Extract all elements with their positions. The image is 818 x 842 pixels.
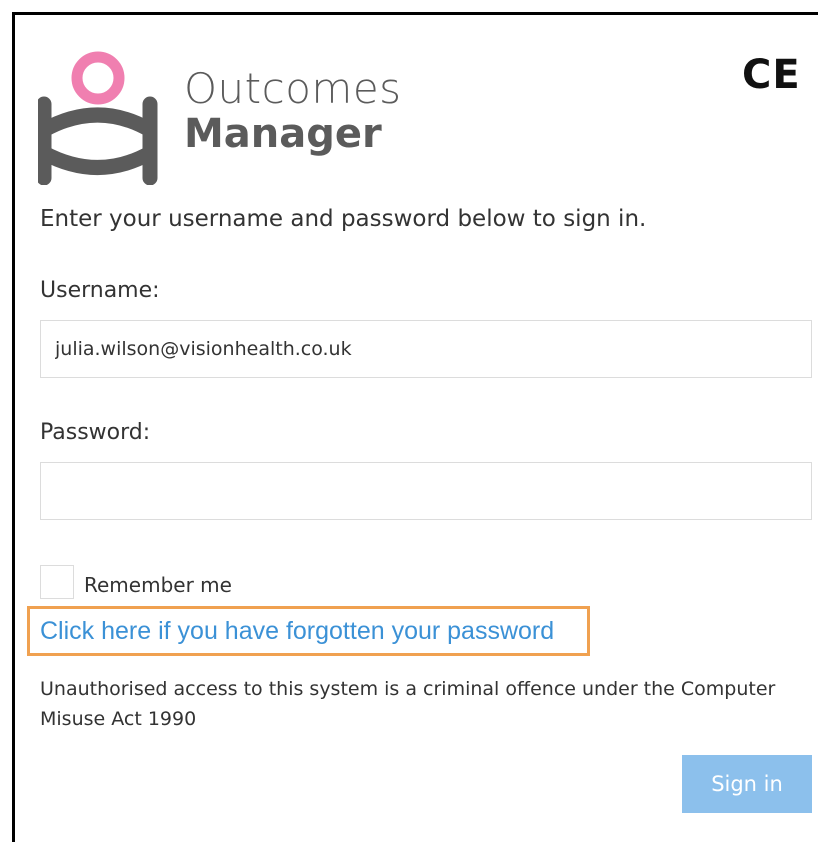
remember-me-checkbox[interactable] (40, 565, 74, 599)
sign-in-button[interactable]: Sign in (682, 755, 812, 813)
sign-in-instructions: Enter your username and password below t… (40, 206, 647, 232)
outcomes-manager-logo: Outcomes Manager (38, 50, 438, 185)
forgot-password-link[interactable]: Click here if you have forgotten your pa… (40, 617, 554, 646)
logo-figure-icon (38, 51, 158, 185)
password-label: Password: (40, 420, 151, 445)
legal-notice: Unauthorised access to this system is a … (40, 678, 776, 730)
logo-word-manager: Manager (184, 111, 382, 157)
ce-mark: CE (742, 52, 801, 98)
username-field[interactable] (40, 320, 812, 378)
username-label: Username: (40, 278, 160, 303)
logo-word-outcomes: Outcomes (184, 64, 402, 113)
password-field[interactable] (40, 462, 812, 520)
remember-me-label[interactable]: Remember me (84, 573, 232, 597)
